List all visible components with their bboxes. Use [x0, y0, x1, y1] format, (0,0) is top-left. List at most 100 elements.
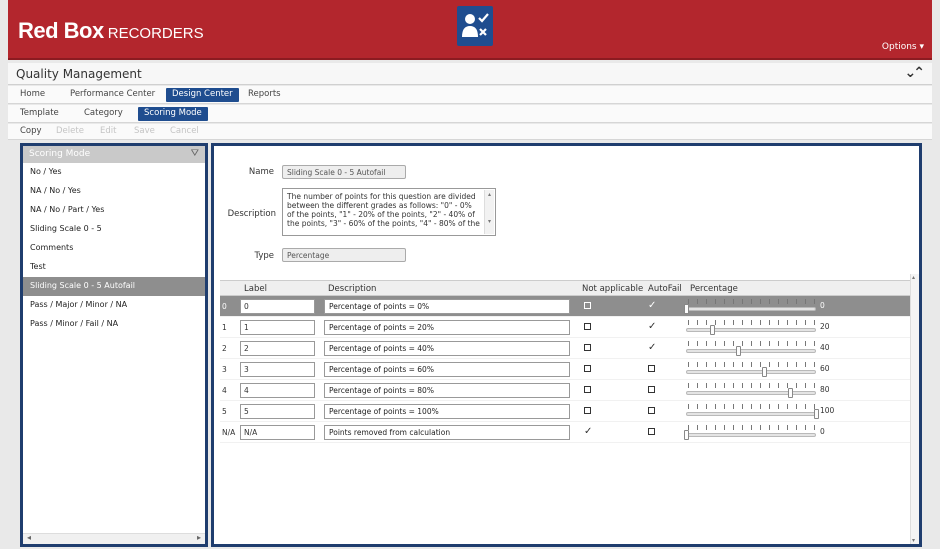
list-item[interactable]: NA / No / Part / Yes: [23, 201, 205, 220]
slider-track[interactable]: [686, 370, 816, 374]
col-percentage[interactable]: Percentage: [690, 284, 738, 294]
not-applicable-checkbox[interactable]: [584, 363, 591, 375]
list-item-selected[interactable]: Sliding Scale 0 - 5 Autofail: [23, 277, 205, 296]
autofail-checkbox[interactable]: [648, 384, 655, 396]
grade-label-input[interactable]: 2: [240, 341, 315, 356]
autofail-checkbox[interactable]: [648, 426, 655, 438]
collapse-icon[interactable]: ⌄⌃: [905, 65, 926, 81]
table-row[interactable]: 1 1 Percentage of points = 20% ✓ 20: [220, 317, 910, 338]
grade-label-input[interactable]: 1: [240, 320, 315, 335]
scoring-mode-list: No / Yes NA / No / Yes NA / No / Part / …: [23, 163, 205, 334]
tab-scoring-mode[interactable]: Scoring Mode: [138, 107, 208, 121]
slider-thumb[interactable]: [684, 430, 689, 440]
slider-thumb[interactable]: [684, 304, 689, 314]
type-select[interactable]: Percentage: [282, 248, 406, 262]
percentage-slider[interactable]: [686, 382, 816, 399]
edit-button[interactable]: Edit: [94, 125, 122, 139]
slider-ticks: [688, 425, 816, 430]
slider-track[interactable]: [686, 433, 816, 437]
grade-label-input[interactable]: 0: [240, 299, 315, 314]
slider-track[interactable]: [686, 391, 816, 395]
slider-ticks: [688, 299, 816, 304]
scroll-left-icon[interactable]: ◂: [27, 533, 31, 542]
slider-ticks: [688, 341, 816, 346]
slider-track[interactable]: [686, 412, 816, 416]
tab-category[interactable]: Category: [78, 107, 129, 121]
col-autofail[interactable]: AutoFail: [648, 284, 682, 294]
percentage-slider[interactable]: [686, 361, 816, 378]
grade-description-input[interactable]: Percentage of points = 60%: [324, 362, 570, 377]
slider-track[interactable]: [686, 328, 816, 332]
tab-design-center[interactable]: Design Center: [166, 88, 239, 102]
not-applicable-checkbox[interactable]: [584, 384, 591, 396]
percentage-slider[interactable]: [684, 424, 816, 441]
slider-thumb[interactable]: [710, 325, 715, 335]
vertical-scrollbar[interactable]: ▴ ▾: [910, 274, 919, 544]
delete-button[interactable]: Delete: [50, 125, 90, 139]
cancel-button[interactable]: Cancel: [164, 125, 205, 139]
grade-description-input[interactable]: Percentage of points = 20%: [324, 320, 570, 335]
autofail-checkbox[interactable]: ✓: [648, 342, 656, 353]
slider-thumb[interactable]: [762, 367, 767, 377]
slider-thumb[interactable]: [814, 409, 819, 419]
list-item[interactable]: Sliding Scale 0 - 5: [23, 220, 205, 239]
autofail-checkbox[interactable]: ✓: [648, 300, 656, 311]
slider-track[interactable]: [686, 307, 816, 311]
list-item[interactable]: Test: [23, 258, 205, 277]
table-row[interactable]: 0 0 Percentage of points = 0% ✓ 0: [220, 296, 910, 317]
percentage-slider[interactable]: [686, 319, 816, 336]
horizontal-scrollbar[interactable]: ◂ ▸: [23, 533, 205, 544]
grade-description-input[interactable]: Percentage of points = 100%: [324, 404, 570, 419]
col-description[interactable]: Description: [328, 284, 376, 294]
list-item[interactable]: NA / No / Yes: [23, 182, 205, 201]
table-row[interactable]: 3 3 Percentage of points = 60% 60: [220, 359, 910, 380]
col-not-applicable[interactable]: Not applicable: [582, 284, 643, 294]
list-item[interactable]: Comments: [23, 239, 205, 258]
col-label[interactable]: Label: [244, 284, 267, 294]
not-applicable-checkbox[interactable]: [584, 342, 591, 354]
description-scrollbar[interactable]: ▴ ▾: [484, 190, 494, 234]
grade-description-input[interactable]: Percentage of points = 80%: [324, 383, 570, 398]
list-item[interactable]: Pass / Major / Minor / NA: [23, 296, 205, 315]
slider-track[interactable]: [686, 349, 816, 353]
list-item[interactable]: No / Yes: [23, 163, 205, 182]
slider-thumb[interactable]: [788, 388, 793, 398]
name-field[interactable]: Sliding Scale 0 - 5 Autofail: [282, 165, 406, 179]
grade-label-input[interactable]: 5: [240, 404, 315, 419]
grade-description-input[interactable]: Percentage of points = 0%: [324, 299, 570, 314]
table-row[interactable]: N/A N/A Points removed from calculation ✓ 0: [220, 422, 910, 443]
table-row[interactable]: 5 5 Percentage of points = 100% 100: [220, 401, 910, 422]
grade-label-input[interactable]: 3: [240, 362, 315, 377]
grade-label-input[interactable]: 4: [240, 383, 315, 398]
table-row[interactable]: 2 2 Percentage of points = 40% ✓ 40: [220, 338, 910, 359]
table-row[interactable]: 4 4 Percentage of points = 80% 80: [220, 380, 910, 401]
save-button[interactable]: Save: [128, 125, 161, 139]
filter-icon[interactable]: ⛛: [191, 148, 199, 159]
scroll-down-icon[interactable]: ▾: [912, 537, 915, 544]
percentage-slider[interactable]: [686, 340, 816, 357]
slider-thumb[interactable]: [736, 346, 741, 356]
grade-description-input[interactable]: Percentage of points = 40%: [324, 341, 570, 356]
grade-label-input[interactable]: N/A: [240, 425, 315, 440]
scroll-right-icon[interactable]: ▸: [197, 533, 201, 542]
tab-home[interactable]: Home: [14, 88, 51, 102]
tab-template[interactable]: Template: [14, 107, 65, 121]
autofail-checkbox[interactable]: ✓: [648, 321, 656, 332]
list-item[interactable]: Pass / Minor / Fail / NA: [23, 315, 205, 334]
percentage-slider[interactable]: [684, 298, 816, 315]
tab-performance-center[interactable]: Performance Center: [64, 88, 161, 102]
not-applicable-checkbox[interactable]: [584, 321, 591, 333]
not-applicable-checkbox[interactable]: [584, 300, 591, 312]
description-field[interactable]: The number of points for this question a…: [282, 188, 496, 236]
not-applicable-checkbox[interactable]: [584, 405, 591, 417]
user-check-icon[interactable]: [457, 6, 493, 46]
scroll-up-icon[interactable]: ▴: [912, 274, 915, 281]
tab-reports[interactable]: Reports: [242, 88, 287, 102]
autofail-checkbox[interactable]: [648, 405, 655, 417]
grade-description-input[interactable]: Points removed from calculation: [324, 425, 570, 440]
autofail-checkbox[interactable]: [648, 363, 655, 375]
not-applicable-checkbox[interactable]: ✓: [584, 426, 592, 437]
copy-button[interactable]: Copy: [14, 125, 48, 139]
options-menu[interactable]: Options ▾: [882, 42, 924, 52]
percentage-slider[interactable]: [686, 403, 819, 420]
